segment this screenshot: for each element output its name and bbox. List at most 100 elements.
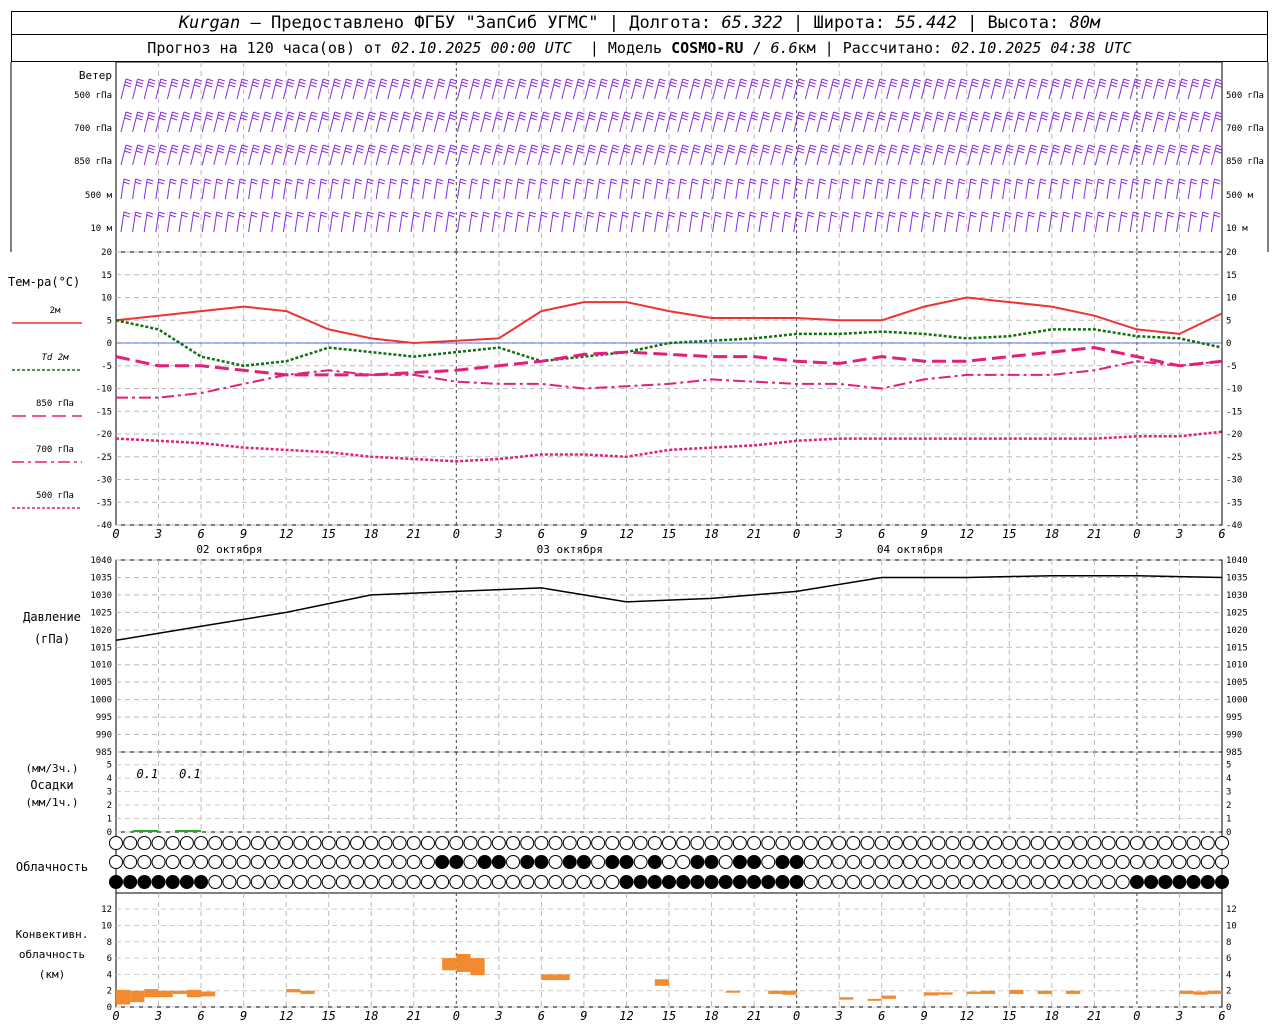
wind-barb — [781, 144, 794, 166]
conv-time-tick: 15 — [1002, 1009, 1016, 1023]
wind-barb — [816, 144, 829, 166]
wind-barb — [1071, 111, 1084, 133]
conv-bar — [470, 958, 485, 976]
wind-barb — [491, 111, 504, 133]
pressure-tick-left: 1000 — [90, 696, 112, 706]
cloud-cover-icon — [931, 836, 946, 850]
temp-tick-right: 15 — [1226, 271, 1237, 281]
wind-barb — [1083, 211, 1093, 233]
cloud-cover-icon — [222, 836, 237, 850]
wind-barb — [178, 211, 189, 233]
temp-tick-left: 0 — [107, 339, 112, 349]
cloud-cover-icon — [137, 836, 152, 850]
wind-barb — [1013, 211, 1024, 233]
wind-barb — [456, 111, 469, 133]
wind-barb — [688, 111, 701, 133]
cloud-cover-icon — [194, 855, 209, 869]
wind-barb — [596, 111, 608, 133]
wind-barb — [781, 211, 792, 233]
pressure-tick-left: 1030 — [90, 591, 112, 601]
pressure-tick-right: 1000 — [1226, 696, 1248, 706]
wind-barb — [1013, 178, 1024, 200]
pressure-tick-right: 1030 — [1226, 591, 1248, 601]
wind-barb — [213, 78, 225, 100]
cloud-cover-icon — [732, 836, 747, 850]
conv-time-tick: 15 — [321, 1009, 335, 1023]
conv-time-tick: 3 — [154, 1009, 162, 1023]
wind-barb — [909, 211, 919, 233]
wind-barb — [422, 78, 434, 100]
wind-barb — [282, 111, 295, 133]
conv-bar — [300, 990, 315, 994]
wind-barb — [1036, 144, 1049, 166]
wind-barb — [793, 111, 805, 133]
wind-barb — [584, 178, 595, 200]
cloud-cover-icon — [1044, 875, 1059, 889]
wind-barb — [248, 178, 258, 200]
wind-barb — [654, 111, 666, 133]
wind-barb — [1152, 211, 1163, 233]
wind-barb — [213, 211, 223, 233]
wind-barb — [329, 211, 339, 233]
wind-barb — [758, 178, 769, 200]
meteogram: 500 гПа 500 гПа 700 гПа 700 гПа 850 гПа 850 г… — [8, 61, 1269, 1023]
conv-tick-left: 6 — [107, 954, 112, 964]
cloud-cover-icon — [179, 836, 194, 850]
wind-barb — [1118, 211, 1128, 233]
wind-barb — [909, 78, 921, 100]
wind-barb — [282, 78, 295, 100]
wind-barb — [955, 111, 968, 133]
precip-tick-left: 1 — [107, 815, 112, 825]
wind-barb — [1071, 211, 1082, 233]
wind-barb — [688, 78, 701, 100]
wind-barb — [944, 178, 954, 200]
time-tick: 12 — [960, 527, 974, 541]
cloud-cover-icon — [1087, 836, 1102, 850]
time-tick: 12 — [279, 527, 293, 541]
wind-barb — [445, 111, 457, 133]
cloud-cover-icon — [350, 875, 365, 889]
wind-barb — [538, 178, 548, 200]
wind-barb — [723, 178, 734, 200]
wind-barb — [1013, 78, 1026, 100]
cloud-cover-icon — [293, 836, 308, 850]
wind-barb — [758, 111, 771, 133]
wind-barb — [897, 178, 908, 200]
wind-barb — [271, 144, 283, 166]
wind-barb — [132, 178, 142, 200]
wind-barb — [271, 111, 283, 133]
cloud-cover-icon — [633, 855, 648, 869]
wind-barb — [1199, 178, 1209, 200]
wind-barb — [677, 111, 689, 133]
cloud-cover-icon — [1115, 875, 1130, 889]
wind-barb — [526, 178, 537, 200]
conv-tick-left: 4 — [107, 970, 112, 980]
cloud-cover-icon — [988, 855, 1003, 869]
cloud-cover-icon — [803, 855, 818, 869]
cloud-cover-icon — [917, 855, 932, 869]
wind-barb — [468, 111, 481, 133]
wind-barb — [201, 211, 212, 233]
wind-barb — [410, 178, 421, 200]
wind-barb — [1013, 111, 1026, 133]
date-label: 03 октября — [537, 543, 603, 556]
wind-barb — [1048, 178, 1059, 200]
cloud-cover-icon — [605, 855, 620, 869]
pressure-tick-left: 1015 — [90, 643, 112, 653]
wind-barb — [282, 144, 295, 166]
wind-barb — [839, 178, 850, 200]
cloud-cover-icon — [1144, 836, 1159, 850]
cloud-cover-icon — [1101, 855, 1116, 869]
wind-barb — [224, 144, 237, 166]
wind-barb — [654, 78, 666, 100]
cloud-cover-icon — [321, 836, 336, 850]
wind-barb — [932, 78, 945, 100]
wind-barb — [166, 211, 177, 233]
cloud-cover-icon — [704, 875, 719, 889]
wind-barb — [677, 144, 689, 166]
cloud-cover-icon — [378, 836, 393, 850]
wind-barb — [630, 78, 643, 100]
wind-barb — [398, 111, 411, 133]
wind-barb — [410, 211, 421, 233]
wind-barb — [364, 178, 374, 200]
